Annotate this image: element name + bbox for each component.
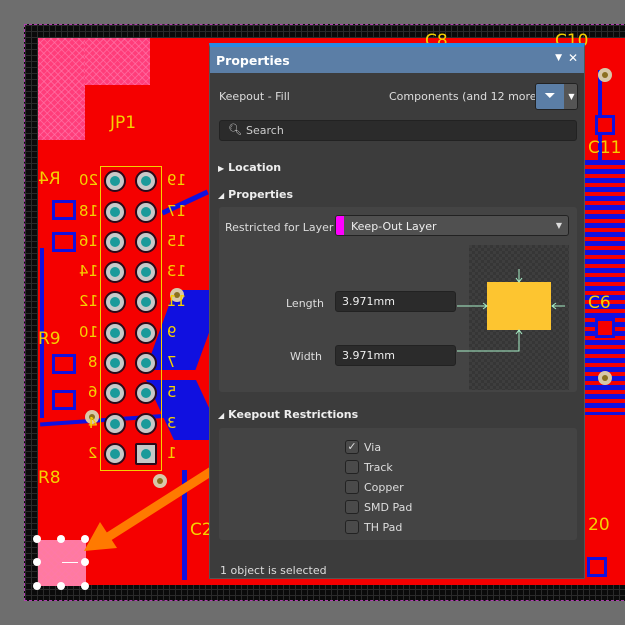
keepout-restrictions-group: ✓ Via Track Copper SMD Pad TH Pad [219, 428, 577, 540]
checkbox-label: Track [364, 461, 393, 474]
width-input[interactable]: 3.971mm [335, 345, 456, 366]
dimension-preview [457, 245, 569, 390]
checkbox-label: SMD Pad [364, 501, 413, 514]
restricted-layer-label: Restricted for Layer [225, 221, 334, 234]
checkbox-via[interactable]: ✓ [345, 440, 359, 454]
length-label: Length [286, 297, 324, 310]
checkbox-label: Copper [364, 481, 404, 494]
properties-panel: Properties ▼ ✕ Keepout - Fill Components… [209, 43, 585, 579]
checkbox-smd-pad[interactable] [345, 500, 359, 514]
panel-titlebar[interactable]: Properties ▼ ✕ [210, 47, 584, 73]
layer-color-swatch [336, 216, 344, 235]
restricted-layer-select[interactable]: Keep-Out Layer ▼ [335, 215, 569, 236]
checkbox-track[interactable] [345, 460, 359, 474]
checkbox-th-pad[interactable] [345, 520, 359, 534]
object-type: Keepout - Fill [219, 90, 290, 103]
width-label: Width [290, 350, 322, 363]
close-icon[interactable]: ✕ [568, 51, 578, 65]
properties-group: Restricted for Layer Keep-Out Layer ▼ Le… [219, 207, 577, 392]
search-input[interactable]: 🔍︎ Search [219, 120, 577, 141]
section-location[interactable]: ▶ Location [218, 161, 281, 174]
status-text: 1 object is selected [220, 564, 327, 577]
chevron-down-icon: ▼ [555, 221, 562, 230]
filter-button[interactable]: ⏷ ▼ [535, 83, 578, 110]
checkbox-copper[interactable] [345, 480, 359, 494]
filter-summary[interactable]: Components (and 12 more) [389, 90, 541, 103]
panel-title: Properties [216, 53, 290, 68]
length-input[interactable]: 3.971mm [335, 291, 456, 312]
filter-icon[interactable]: ⏷ [536, 84, 564, 109]
section-keepout-restrictions[interactable]: ◢ Keepout Restrictions [218, 408, 358, 421]
checkbox-label: Via [364, 441, 382, 454]
chevron-down-icon[interactable]: ▼ [564, 84, 577, 109]
search-placeholder: Search [246, 124, 284, 137]
restricted-layer-value: Keep-Out Layer [351, 220, 437, 233]
panel-menu-icon[interactable]: ▼ [555, 53, 562, 63]
search-icon: 🔍︎ [228, 123, 242, 136]
checkbox-label: TH Pad [364, 521, 403, 534]
section-properties[interactable]: ◢ Properties [218, 188, 293, 201]
